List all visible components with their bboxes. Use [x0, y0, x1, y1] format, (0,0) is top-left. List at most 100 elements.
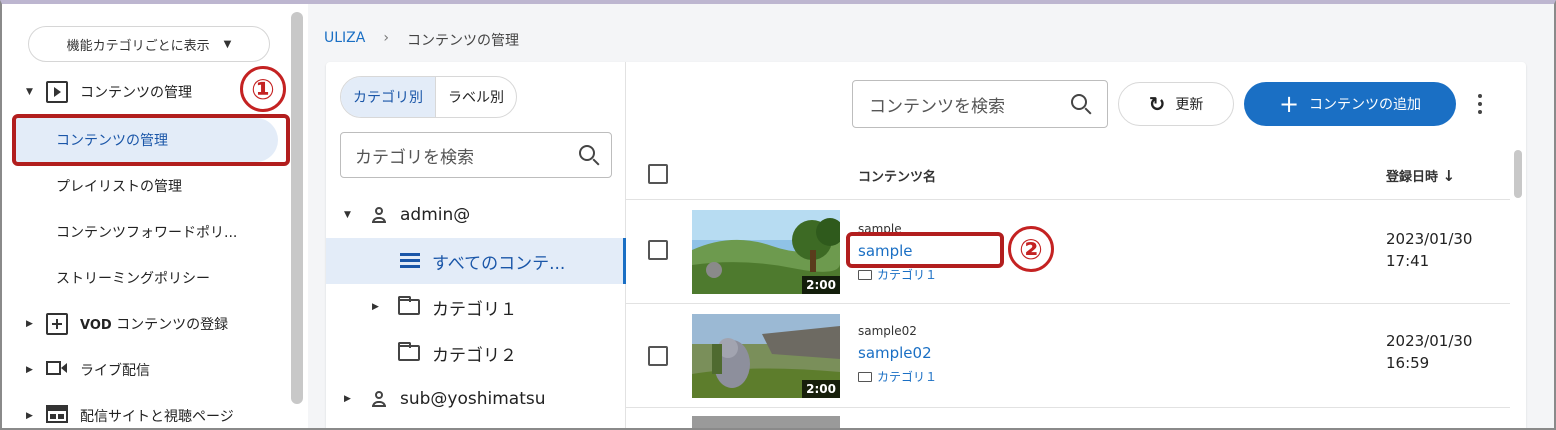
content-id: sample02: [858, 324, 917, 338]
folder-icon: [858, 371, 872, 382]
content-category[interactable]: カテゴリ１: [858, 266, 937, 283]
tree-item-category-1[interactable]: ▶ カテゴリ１: [326, 284, 626, 330]
content-date-time: 17:41: [1386, 252, 1430, 270]
tree-item-all-contents[interactable]: すべてのコンテ...: [326, 238, 626, 284]
breadcrumb-current: コンテンツの管理: [406, 33, 519, 49]
content-category[interactable]: カテゴリ１: [858, 368, 937, 385]
expand-down-icon: ▼: [26, 87, 33, 97]
display-mode-dropdown[interactable]: 機能カテゴリごとに表示 ▼: [28, 26, 270, 62]
sidebar-group-site[interactable]: ▶ 配信サイトと視聴ページ: [26, 396, 234, 428]
sidebar-item-streaming-policy[interactable]: ストリーミングポリシー: [12, 256, 278, 300]
add-library-icon: [46, 313, 68, 335]
column-header-date[interactable]: 登録日時 ↓: [1386, 166, 1455, 185]
expand-right-icon[interactable]: ▶: [344, 394, 354, 404]
annotation-number-2: ②: [1008, 226, 1054, 272]
tree-item-category-2[interactable]: カテゴリ２: [326, 330, 626, 376]
folder-icon: [398, 342, 420, 361]
table-row[interactable]: 2:00 sample02 sample02 カテゴリ１ 2023/01/30 …: [626, 304, 1510, 408]
tree-item-label: sub@yoshimatsu: [400, 389, 546, 409]
column-header-date-label: 登録日時: [1386, 170, 1439, 185]
expand-down-icon[interactable]: ▼: [344, 210, 354, 220]
column-header-name[interactable]: コンテンツ名: [858, 166, 936, 185]
content-date-day: 2023/01/30: [1386, 332, 1473, 350]
tree-item-sub-user[interactable]: ▶ sub@yoshimatsu: [326, 376, 626, 422]
sidebar-group-label: コンテンツの管理: [80, 85, 192, 101]
breadcrumb-root-link[interactable]: ULIZA: [324, 30, 365, 50]
sort-down-icon: ↓: [1442, 167, 1456, 185]
breadcrumb-separator: ›: [383, 30, 389, 46]
person-icon: [372, 391, 386, 407]
refresh-label: 更新: [1175, 97, 1204, 113]
caret-down-icon: ▼: [223, 38, 232, 50]
expand-right-icon[interactable]: ▶: [372, 302, 382, 312]
sidebar-item-label: ストリーミングポリシー: [56, 271, 210, 287]
plus-icon: +: [1278, 90, 1300, 118]
sidebar-group-content-management[interactable]: ▼ コンテンツの管理: [26, 72, 192, 112]
folder-icon: [398, 296, 420, 315]
select-all-checkbox[interactable]: [648, 164, 668, 184]
app-window: 機能カテゴリごとに表示 ▼ ▼ コンテンツの管理 コンテンツの管理 ① プレイリ…: [0, 0, 1556, 430]
video-thumbnail[interactable]: 2:00: [692, 314, 840, 398]
tab-by-category[interactable]: カテゴリ別: [341, 77, 436, 117]
play-library-icon: [46, 81, 68, 103]
search-icon[interactable]: [579, 145, 595, 161]
table-header: コンテンツ名 登録日時 ↓: [626, 150, 1510, 200]
content-card: カテゴリ別 ラベル別 カテゴリを検索 ▼ admin@ すべてのコンテ... ▶…: [326, 62, 1526, 428]
content-date-day: 2023/01/30: [1386, 230, 1473, 248]
sidebar-item-forward-policy[interactable]: コンテンツフォワードポリ...: [12, 210, 278, 254]
annotation-box-1: [12, 114, 290, 166]
category-search-placeholder: カテゴリを検索: [355, 147, 474, 168]
duration-badge: 2:00: [802, 276, 840, 294]
tree-item-label: すべてのコンテ...: [432, 253, 566, 274]
web-page-icon: [46, 405, 68, 427]
main-area: ULIZA › コンテンツの管理 カテゴリ別 ラベル別 カテゴリを検索 ▼ ad…: [308, 4, 1554, 428]
duration-badge: 2:00: [802, 380, 840, 398]
content-title-link[interactable]: sample02: [858, 344, 932, 362]
sidebar-group-label: ライブ配信: [80, 363, 150, 379]
search-icon[interactable]: [1071, 94, 1087, 110]
annotation-number-1: ①: [240, 66, 286, 112]
sidebar-item-label: コンテンツフォワードポリ...: [56, 225, 238, 241]
tree-item-admin[interactable]: ▼ admin@: [326, 192, 626, 238]
table-scrollbar[interactable]: [1514, 150, 1522, 198]
sidebar-group-label: 配信サイトと視聴ページ: [80, 409, 234, 425]
content-category-label: カテゴリ１: [877, 370, 938, 384]
sidebar-group-vod-upload[interactable]: ▶ VOD コンテンツの登録: [26, 304, 228, 344]
sidebar-scrollbar[interactable]: [291, 12, 303, 404]
content-search-input[interactable]: コンテンツを検索: [852, 80, 1108, 128]
table-row[interactable]: 2:00 sample sample カテゴリ１ 2023/01/30 17:4…: [626, 200, 1510, 304]
refresh-icon: ↻: [1148, 92, 1166, 116]
breadcrumb: ULIZA › コンテンツの管理: [324, 30, 519, 50]
category-search-input[interactable]: カテゴリを検索: [340, 132, 612, 178]
expand-right-icon: ▶: [26, 319, 33, 329]
tree-item-label: カテゴリ２: [432, 345, 517, 366]
sidebar-group-live[interactable]: ▶ ライブ配信: [26, 350, 150, 390]
video-camera-icon: [46, 360, 68, 380]
expand-right-icon: ▶: [26, 411, 33, 421]
add-content-label: コンテンツの追加: [1309, 97, 1422, 113]
tree-item-label: admin@: [400, 205, 471, 225]
category-panel: カテゴリ別 ラベル別 カテゴリを検索 ▼ admin@ すべてのコンテ... ▶…: [326, 62, 626, 428]
content-date: 2023/01/30 17:41: [1386, 228, 1472, 272]
sidebar-group-label: VOD コンテンツの登録: [80, 317, 229, 333]
annotation-box-2: [846, 232, 1004, 268]
content-date-time: 16:59: [1386, 354, 1430, 372]
add-content-button[interactable]: + コンテンツの追加: [1244, 82, 1456, 126]
person-icon: [372, 207, 386, 223]
row-checkbox[interactable]: [648, 240, 668, 260]
video-thumbnail[interactable]: [692, 416, 840, 428]
tree-item-label: カテゴリ１: [432, 299, 517, 320]
sidebar-item-label: プレイリストの管理: [56, 179, 182, 195]
list-icon: [400, 253, 420, 269]
display-mode-label: 機能カテゴリごとに表示: [66, 38, 210, 54]
content-category-label: カテゴリ１: [877, 268, 938, 282]
tab-by-label[interactable]: ラベル別: [436, 77, 516, 117]
folder-icon: [858, 269, 872, 280]
more-options-icon[interactable]: [1478, 94, 1484, 116]
sidebar: 機能カテゴリごとに表示 ▼ ▼ コンテンツの管理 コンテンツの管理 ① プレイリ…: [2, 4, 290, 428]
video-thumbnail[interactable]: 2:00: [692, 210, 840, 294]
category-mode-toggle: カテゴリ別 ラベル別: [340, 76, 517, 118]
row-checkbox[interactable]: [648, 346, 668, 366]
refresh-button[interactable]: ↻ 更新: [1118, 82, 1234, 126]
sidebar-item-playlist[interactable]: プレイリストの管理: [12, 164, 278, 208]
